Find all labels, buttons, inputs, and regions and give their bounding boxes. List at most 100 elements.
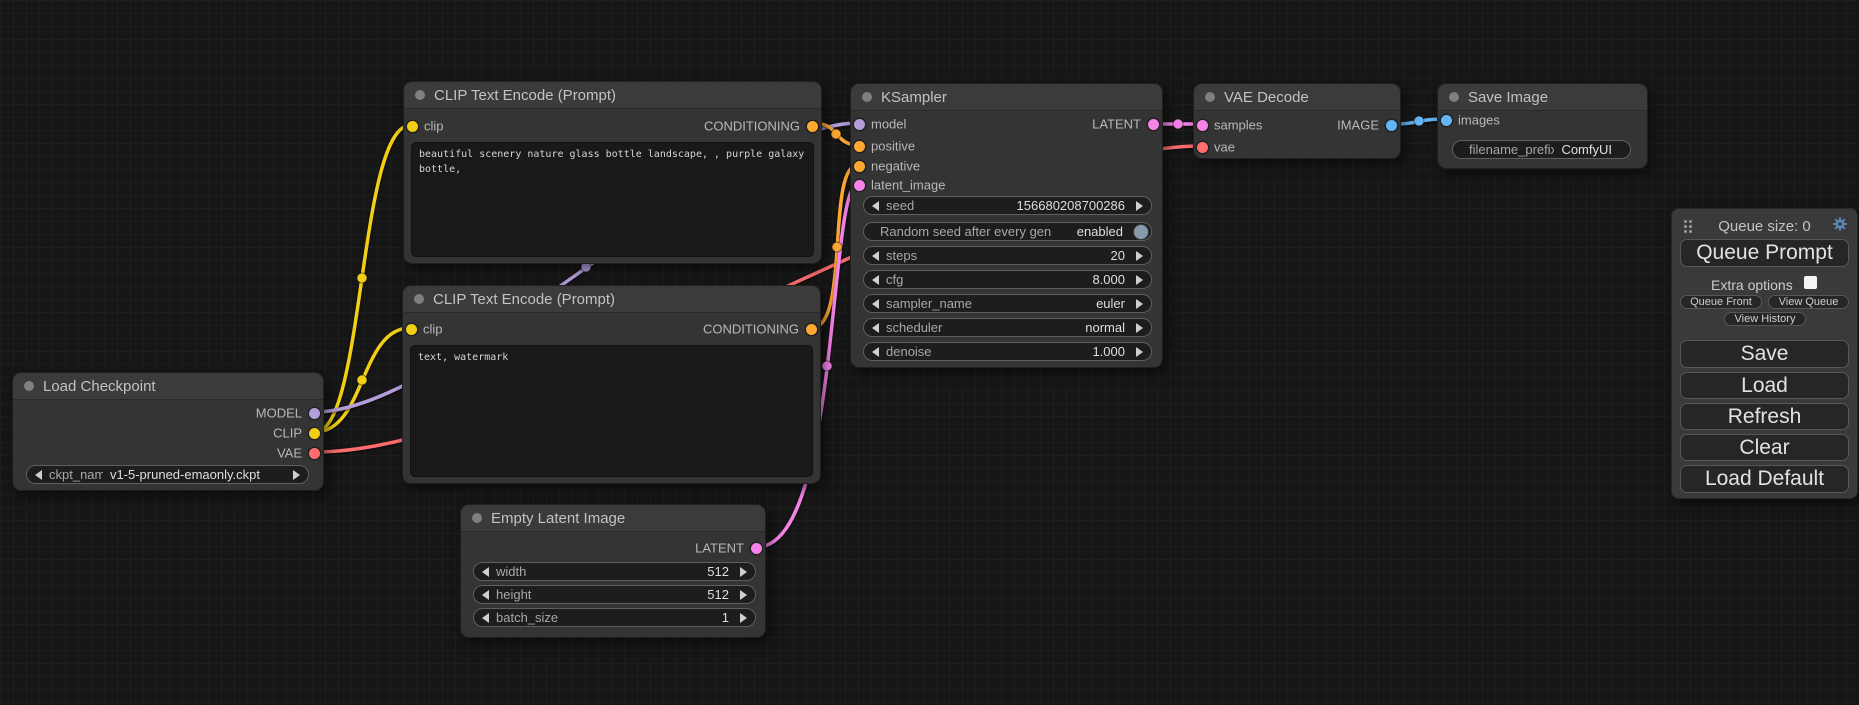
port-row: MODEL bbox=[13, 405, 323, 421]
prev-value-arrow-icon[interactable] bbox=[35, 470, 42, 480]
prev-value-arrow-icon[interactable] bbox=[872, 323, 879, 333]
sampler-name-widget[interactable]: sampler_name euler bbox=[863, 294, 1152, 313]
port-row: negative bbox=[851, 158, 1162, 174]
widget-value: 1 bbox=[722, 610, 729, 625]
port-row: CONDITIONING bbox=[404, 118, 821, 134]
settings-gear-icon[interactable] bbox=[1832, 216, 1848, 232]
widget-label: scheduler bbox=[886, 320, 1078, 335]
collapse-dot-icon[interactable] bbox=[862, 92, 872, 102]
cfg-widget[interactable]: cfg 8.000 bbox=[863, 270, 1152, 289]
next-value-arrow-icon[interactable] bbox=[740, 590, 747, 600]
latent-output-port[interactable] bbox=[1148, 119, 1159, 130]
negative-prompt-textarea[interactable]: text, watermark bbox=[410, 345, 813, 477]
height-widget[interactable]: height 512 bbox=[473, 585, 756, 604]
steps-widget[interactable]: steps 20 bbox=[863, 246, 1152, 265]
next-value-arrow-icon[interactable] bbox=[1136, 251, 1143, 261]
vae-input-port[interactable] bbox=[1197, 142, 1208, 153]
load-button[interactable]: Load bbox=[1680, 372, 1849, 399]
positive-prompt-textarea[interactable]: beautiful scenery nature glass bottle la… bbox=[411, 142, 814, 257]
view-history-button[interactable]: View History bbox=[1724, 312, 1806, 326]
port-row: positive bbox=[851, 138, 1162, 154]
node-title-bar[interactable]: CLIP Text Encode (Prompt) bbox=[403, 286, 820, 313]
conditioning-output-port[interactable] bbox=[806, 324, 817, 335]
node-empty-latent-image[interactable]: Empty Latent Image LATENT width 512 heig… bbox=[460, 504, 766, 638]
node-title-bar[interactable]: KSampler bbox=[851, 84, 1162, 111]
next-value-arrow-icon[interactable] bbox=[740, 567, 747, 577]
prev-value-arrow-icon[interactable] bbox=[872, 251, 879, 261]
next-value-arrow-icon[interactable] bbox=[1136, 299, 1143, 309]
save-button[interactable]: Save bbox=[1680, 340, 1849, 368]
denoise-widget[interactable]: denoise 1.000 bbox=[863, 342, 1152, 361]
clear-button[interactable]: Clear bbox=[1680, 434, 1849, 461]
prev-value-arrow-icon[interactable] bbox=[482, 567, 489, 577]
node-ksampler[interactable]: KSampler model LATENT positive negative … bbox=[850, 83, 1163, 368]
node-clip-text-encode-negative[interactable]: CLIP Text Encode (Prompt) clip CONDITION… bbox=[402, 285, 821, 484]
filename-prefix-widget[interactable]: filename_prefix ComfyUI bbox=[1452, 140, 1631, 159]
negative-input-port[interactable] bbox=[854, 161, 865, 172]
widget-label: steps bbox=[886, 248, 1104, 263]
vae-output-port[interactable] bbox=[309, 448, 320, 459]
next-value-arrow-icon[interactable] bbox=[740, 613, 747, 623]
widget-label: width bbox=[496, 564, 700, 579]
collapse-dot-icon[interactable] bbox=[472, 513, 482, 523]
view-queue-button[interactable]: View Queue bbox=[1768, 295, 1849, 309]
prev-value-arrow-icon[interactable] bbox=[872, 347, 879, 357]
model-output-port[interactable] bbox=[309, 408, 320, 419]
port-row: VAE bbox=[13, 445, 323, 461]
node-title-bar[interactable]: Save Image bbox=[1438, 84, 1647, 111]
toggle-knob-icon[interactable] bbox=[1134, 225, 1148, 239]
link-midpoint-dot bbox=[357, 273, 367, 283]
collapse-dot-icon[interactable] bbox=[414, 294, 424, 304]
prev-value-arrow-icon[interactable] bbox=[482, 590, 489, 600]
load-default-button[interactable]: Load Default bbox=[1680, 465, 1849, 493]
vae-output-label: VAE bbox=[277, 446, 302, 461]
node-save-image[interactable]: Save Image images filename_prefix ComfyU… bbox=[1437, 83, 1648, 169]
port-row: images bbox=[1438, 112, 1647, 128]
prev-value-arrow-icon[interactable] bbox=[872, 299, 879, 309]
next-value-arrow-icon[interactable] bbox=[1136, 275, 1143, 285]
node-title-bar[interactable]: Empty Latent Image bbox=[461, 505, 765, 532]
random-seed-toggle[interactable]: Random seed after every gen enabled bbox=[863, 222, 1152, 241]
next-value-arrow-icon[interactable] bbox=[1136, 201, 1143, 211]
widget-label: denoise bbox=[886, 344, 1085, 359]
widget-value: euler bbox=[1096, 296, 1125, 311]
seed-widget[interactable]: seed 156680208700286 bbox=[863, 196, 1152, 215]
next-value-arrow-icon[interactable] bbox=[293, 470, 300, 480]
collapse-dot-icon[interactable] bbox=[1205, 92, 1215, 102]
port-row: latent_image bbox=[851, 177, 1162, 193]
link-midpoint-dot bbox=[1173, 119, 1183, 129]
port-row: CONDITIONING bbox=[403, 321, 820, 337]
node-title-bar[interactable]: CLIP Text Encode (Prompt) bbox=[404, 82, 821, 109]
prev-value-arrow-icon[interactable] bbox=[872, 275, 879, 285]
extra-options-checkbox[interactable] bbox=[1804, 276, 1817, 289]
next-value-arrow-icon[interactable] bbox=[1136, 347, 1143, 357]
collapse-dot-icon[interactable] bbox=[415, 90, 425, 100]
image-output-port[interactable] bbox=[1386, 120, 1397, 131]
prev-value-arrow-icon[interactable] bbox=[482, 613, 489, 623]
positive-input-port[interactable] bbox=[854, 141, 865, 152]
port-row: CLIP bbox=[13, 425, 323, 441]
clip-output-label: CLIP bbox=[273, 426, 302, 441]
collapse-dot-icon[interactable] bbox=[24, 381, 34, 391]
latent-output-port[interactable] bbox=[751, 543, 762, 554]
latent-image-input-port[interactable] bbox=[854, 180, 865, 191]
ckpt-name-widget[interactable]: ckpt_name v1-5-pruned-emaonly.ckpt bbox=[26, 465, 309, 484]
node-title-bar[interactable]: VAE Decode bbox=[1194, 84, 1400, 111]
widget-label: sampler_name bbox=[886, 296, 1089, 311]
scheduler-widget[interactable]: scheduler normal bbox=[863, 318, 1152, 337]
node-vae-decode[interactable]: VAE Decode samples IMAGE vae bbox=[1193, 83, 1401, 159]
next-value-arrow-icon[interactable] bbox=[1136, 323, 1143, 333]
refresh-button[interactable]: Refresh bbox=[1680, 403, 1849, 430]
images-input-port[interactable] bbox=[1441, 115, 1452, 126]
clip-output-port[interactable] bbox=[309, 428, 320, 439]
queue-prompt-button[interactable]: Queue Prompt bbox=[1680, 239, 1849, 267]
prev-value-arrow-icon[interactable] bbox=[872, 201, 879, 211]
conditioning-output-port[interactable] bbox=[807, 121, 818, 132]
node-title-bar[interactable]: Load Checkpoint bbox=[13, 373, 323, 400]
collapse-dot-icon[interactable] bbox=[1449, 92, 1459, 102]
node-clip-text-encode-positive[interactable]: CLIP Text Encode (Prompt) clip CONDITION… bbox=[403, 81, 822, 264]
width-widget[interactable]: width 512 bbox=[473, 562, 756, 581]
node-load-checkpoint[interactable]: Load Checkpoint MODEL CLIP VAE ckpt_name… bbox=[12, 372, 324, 491]
queue-front-button[interactable]: Queue Front bbox=[1680, 295, 1762, 309]
batch-size-widget[interactable]: batch_size 1 bbox=[473, 608, 756, 627]
